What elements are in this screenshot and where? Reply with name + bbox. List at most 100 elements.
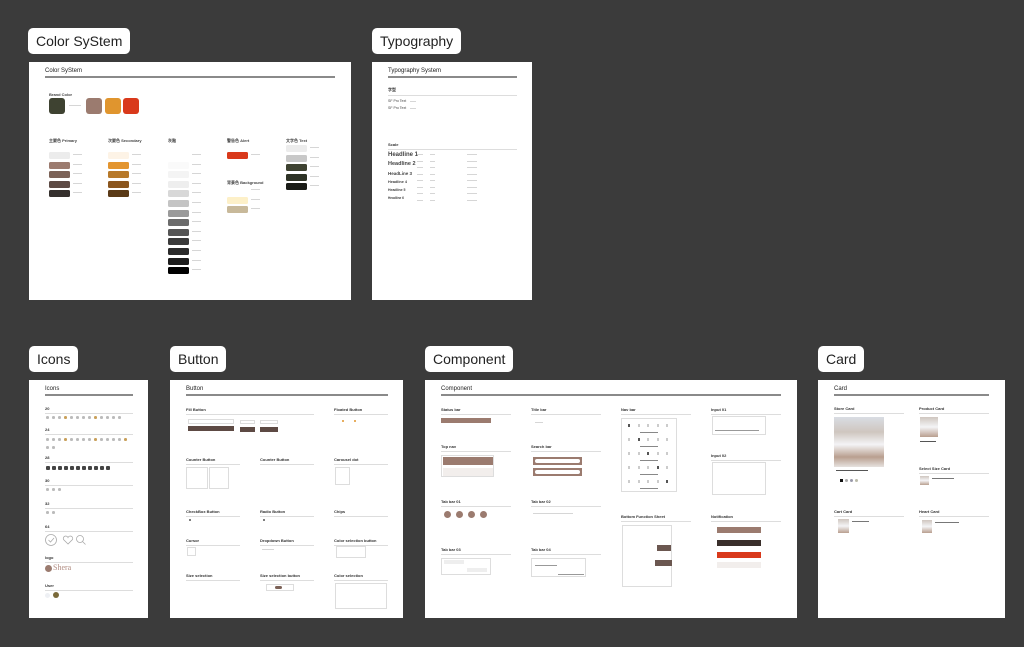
outline-button-small[interactable] (260, 420, 278, 424)
nav-icon[interactable] (628, 452, 630, 455)
color-swatch[interactable] (49, 152, 70, 159)
color-swatch[interactable] (855, 479, 858, 482)
frame-label-button[interactable]: Button (170, 346, 227, 372)
color-swatch[interactable] (168, 171, 189, 179)
brand-swatch[interactable] (123, 98, 139, 114)
nav-icon[interactable] (666, 438, 668, 441)
color-swatch[interactable] (227, 206, 248, 213)
color-swatch[interactable] (286, 154, 307, 162)
sheet-add-button[interactable] (655, 560, 672, 566)
color-swatch[interactable] (840, 479, 843, 482)
tab-bar-02[interactable] (533, 513, 573, 514)
fill-button-small[interactable] (240, 427, 255, 432)
color-swatch[interactable] (227, 152, 248, 159)
nav-icon[interactable] (647, 466, 649, 469)
color-swatch[interactable] (108, 190, 129, 197)
color-swatch[interactable] (168, 200, 189, 207)
tab-icon[interactable] (444, 511, 451, 518)
frame-color-system[interactable]: Color SyStem Brand Color 主要色 Primary 次要色 … (29, 62, 351, 300)
color-swatch[interactable] (168, 238, 189, 246)
fill-button-small[interactable] (260, 427, 278, 432)
tab-bar-03-active[interactable] (444, 560, 464, 564)
nav-icon[interactable] (647, 452, 649, 455)
size-selection-button-active[interactable] (275, 586, 282, 589)
nav-icon[interactable] (666, 424, 668, 427)
search-bar-filled[interactable] (533, 468, 582, 476)
nav-icon[interactable] (637, 438, 640, 441)
color-swatch[interactable] (49, 190, 70, 197)
tab-bar-03-active[interactable] (467, 568, 487, 572)
nav-icon[interactable] (637, 480, 640, 483)
cart-card-image[interactable] (838, 519, 849, 533)
frame-label-typography[interactable]: Typography (372, 28, 462, 54)
nav-icon[interactable] (666, 480, 668, 483)
brand-swatch[interactable] (105, 98, 121, 114)
nav-icon[interactable] (666, 452, 668, 455)
nav-icon[interactable] (628, 438, 630, 441)
nav-icon[interactable] (656, 424, 659, 427)
color-swatch[interactable] (168, 219, 189, 227)
color-swatch[interactable] (168, 267, 189, 275)
color-swatch[interactable] (845, 479, 848, 482)
search-bar[interactable] (533, 457, 582, 465)
color-swatch[interactable] (286, 183, 307, 190)
color-swatch[interactable] (108, 180, 129, 188)
color-swatch[interactable] (286, 145, 307, 152)
color-selection-button-group[interactable] (336, 546, 366, 558)
nav-icon[interactable] (656, 452, 659, 455)
nav-icon[interactable] (666, 466, 668, 469)
store-card-image[interactable] (834, 417, 884, 467)
nav-icon[interactable] (637, 466, 640, 469)
carousel-dot-group[interactable] (335, 467, 350, 485)
nav-icon[interactable] (647, 424, 649, 427)
counter-button-group[interactable] (209, 467, 229, 489)
color-swatch[interactable] (227, 187, 248, 194)
fill-button[interactable] (188, 426, 234, 431)
color-swatch[interactable] (168, 257, 189, 265)
color-swatch[interactable] (168, 152, 189, 159)
dropdown-button[interactable] (262, 549, 274, 550)
frame-component[interactable]: Component Status bar Title bar Nav bar I… (425, 380, 797, 618)
frame-button[interactable]: Button Fill Button Floated Button Counte… (170, 380, 403, 618)
color-swatch[interactable] (168, 228, 189, 236)
color-swatch[interactable] (49, 180, 70, 188)
outline-button[interactable] (188, 419, 234, 424)
outline-button-small[interactable] (240, 420, 255, 424)
radio-button[interactable] (263, 519, 265, 521)
select-size-card-image[interactable] (920, 476, 929, 485)
bottom-function-sheet[interactable] (622, 525, 672, 587)
brand-swatch[interactable] (86, 98, 102, 114)
frame-label-component[interactable]: Component (425, 346, 514, 372)
tab-icon[interactable] (468, 511, 475, 518)
nav-icon[interactable] (656, 466, 659, 469)
color-swatch[interactable] (108, 171, 129, 178)
nav-icon[interactable] (628, 466, 630, 469)
color-swatch[interactable] (168, 248, 189, 255)
brand-swatch[interactable] (49, 98, 65, 114)
top-nav-active[interactable] (443, 457, 493, 465)
nav-icon[interactable] (637, 424, 640, 427)
tab-icon[interactable] (480, 511, 487, 518)
floated-button[interactable] (354, 420, 356, 422)
frame-card[interactable]: Card Store Card Product Card Select Size… (818, 380, 1005, 618)
frame-label-card[interactable]: Card (818, 346, 865, 372)
product-card-image[interactable] (920, 417, 938, 437)
nav-icon[interactable] (628, 480, 630, 483)
input-02[interactable] (712, 462, 766, 495)
frame-typography[interactable]: Typography System 字型 SF Pro Text SF Pro … (372, 62, 532, 300)
color-swatch[interactable] (168, 209, 189, 217)
checkbox[interactable] (189, 519, 191, 521)
nav-icon[interactable] (628, 424, 630, 427)
counter-button-group[interactable] (186, 467, 208, 489)
color-swatch[interactable] (227, 196, 248, 204)
color-swatch[interactable] (108, 161, 129, 169)
color-swatch[interactable] (286, 164, 307, 171)
nav-icon[interactable] (647, 438, 649, 441)
heart-card-image[interactable] (922, 520, 932, 533)
nav-icon[interactable] (637, 452, 640, 455)
color-swatch[interactable] (168, 161, 189, 169)
frame-icons[interactable]: Icons 20 24 28 30 32 64 logo User Shera (29, 380, 148, 618)
tab-icon[interactable] (456, 511, 463, 518)
frame-label-color-system[interactable]: Color SyStem (28, 28, 131, 54)
top-nav-inactive[interactable] (443, 468, 493, 476)
